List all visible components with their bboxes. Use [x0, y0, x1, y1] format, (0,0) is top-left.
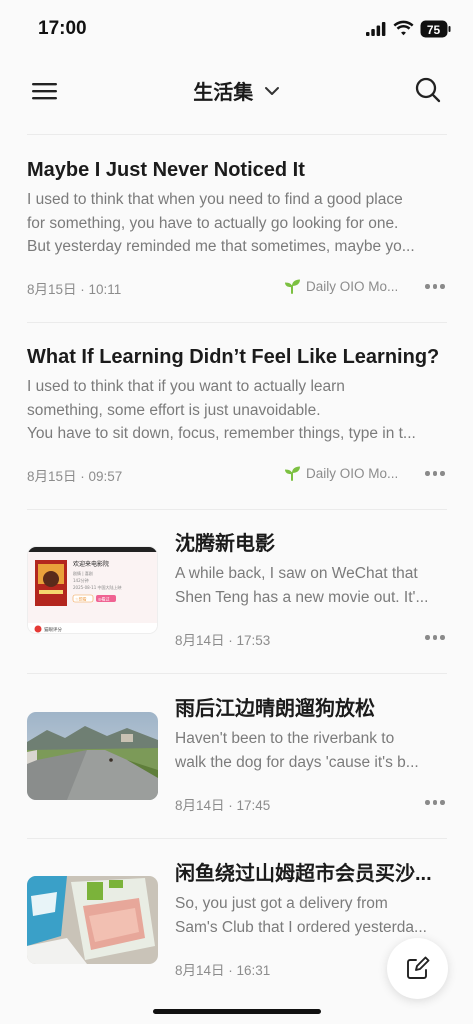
- search-icon[interactable]: [414, 76, 442, 104]
- home-indicator[interactable]: [153, 1009, 321, 1014]
- post-excerpt: So, you just got a delivery from Sam's C…: [175, 892, 447, 939]
- post-date: 8月15日 · 09:57: [27, 469, 123, 484]
- post-title: Maybe I Just Never Noticed It: [27, 159, 305, 181]
- post-excerpt: I used to think that when you need to fi…: [27, 188, 447, 259]
- post-body: 雨后江边晴朗遛狗放松 Haven't been to the riverbank…: [175, 695, 447, 774]
- more-options-icon[interactable]: [425, 465, 445, 481]
- battery-level: 75: [427, 23, 441, 37]
- sprout-icon: [285, 466, 300, 481]
- image-post-card[interactable]: 欢迎来电影院 剧情 | 喜剧 142分钟 2025-08-11 中国大陆上映 ☆…: [27, 530, 447, 655]
- wifi-icon: [393, 20, 414, 36]
- post-meta: 8月14日 · 17:53: [175, 627, 447, 648]
- compose-icon: [407, 956, 430, 979]
- excerpt-line: for something, you have to actually go l…: [27, 214, 399, 232]
- excerpt-line: I used to think that if you want to actu…: [27, 378, 345, 395]
- excerpt-line: Haven't been to the riverbank to: [175, 730, 395, 747]
- post-meta: 8月14日 · 17:45: [175, 792, 447, 813]
- excerpt-line: So, you just got a delivery from: [175, 895, 388, 912]
- nav-title: 生活集: [193, 82, 254, 104]
- post-excerpt: I used to think that if you want to actu…: [27, 375, 447, 446]
- excerpt-line: I used to think that when you need to fi…: [27, 191, 403, 208]
- status-time: 17:00: [38, 18, 87, 39]
- collection-selector[interactable]: 生活集: [0, 76, 473, 105]
- image-post-card[interactable]: 雨后江边晴朗遛狗放松 Haven't been to the riverbank…: [27, 695, 447, 820]
- post-title: What If Learning Didn’t Feel Like Learni…: [27, 346, 440, 368]
- compose-button[interactable]: [387, 938, 448, 999]
- divider: [27, 322, 447, 323]
- thumb-seen-button: ◎看过: [98, 595, 110, 601]
- post-title: 沈腾新电影: [175, 533, 275, 555]
- post-source: Daily OIO Mo...: [283, 465, 398, 481]
- excerpt-line: But yesterday reminded me that sometimes…: [27, 238, 415, 255]
- thumb-rating-label: 猫眼评分: [44, 626, 62, 633]
- source-label: Daily OIO Mo...: [306, 279, 399, 294]
- post-meta: 8月15日 · 09:57 Daily OIO Mo...: [27, 463, 447, 484]
- post-thumbnail: 欢迎来电影院 剧情 | 喜剧 142分钟 2025-08-11 中国大陆上映 ☆…: [27, 546, 158, 634]
- excerpt-line: You have to sit down, focus, remember th…: [27, 425, 416, 442]
- post-card[interactable]: What If Learning Didn’t Feel Like Learni…: [27, 343, 447, 491]
- thumb-release: 2025-08-11 中国大陆上映: [73, 584, 122, 590]
- divider: [27, 838, 447, 839]
- excerpt-line: A while back, I saw on WeChat that: [175, 565, 418, 582]
- movie-screenshot-image: 欢迎来电影院 剧情 | 喜剧 142分钟 2025-08-11 中国大陆上映 ☆…: [28, 547, 157, 633]
- divider: [27, 673, 447, 674]
- source-label: Daily OIO Mo...: [306, 466, 399, 481]
- divider: [27, 509, 447, 510]
- thumb-genre: 剧情 | 喜剧: [73, 570, 93, 576]
- post-body: 闲鱼绕过山姆超市会员买沙... So, you just got a deliv…: [175, 860, 447, 939]
- grocery-package-image: [27, 876, 158, 964]
- excerpt-line: walk the dog for days 'cause it's b...: [175, 753, 419, 771]
- excerpt-line: Sam's Club that I ordered yesterda...: [175, 918, 427, 936]
- post-date: 8月14日 · 16:31: [175, 963, 271, 978]
- post-date: 8月14日 · 17:45: [175, 798, 271, 813]
- excerpt-line: something, some effort is just unavoidab…: [27, 401, 321, 419]
- riverbank-path-image: [27, 712, 158, 800]
- cellular-signal-icon: [366, 22, 386, 36]
- post-title: 雨后江边晴朗遛狗放松: [175, 698, 375, 720]
- excerpt-line: Shen Teng has a new movie out. It'...: [175, 588, 429, 606]
- more-options-icon[interactable]: [425, 629, 445, 645]
- more-options-icon[interactable]: [425, 794, 445, 810]
- post-card[interactable]: Maybe I Just Never Noticed It I used to …: [27, 156, 447, 304]
- post-excerpt: A while back, I saw on WeChat that Shen …: [175, 562, 447, 609]
- more-options-icon[interactable]: [425, 278, 445, 294]
- screen: 17:00 75 生活集 Maybe I Just Never Noticed …: [0, 0, 473, 1024]
- image-post-card[interactable]: 闲鱼绕过山姆超市会员买沙... So, you just got a deliv…: [27, 860, 447, 985]
- chevron-down-icon: [264, 86, 279, 95]
- nav-bar: 生活集: [0, 62, 473, 120]
- post-body: 沈腾新电影 A while back, I saw on WeChat that…: [175, 530, 447, 609]
- battery-icon: 75: [420, 20, 451, 38]
- post-meta: 8月15日 · 10:11 Daily OIO Mo...: [27, 276, 447, 297]
- post-date: 8月14日 · 17:53: [175, 633, 271, 648]
- thumb-want-button: ☆想看: [75, 595, 87, 601]
- thumb-duration: 142分钟: [73, 577, 89, 583]
- post-thumbnail: [27, 876, 158, 964]
- thumb-movie-title: 欢迎来电影院: [73, 560, 109, 568]
- post-thumbnail: [27, 712, 158, 800]
- status-bar: 17:00 75: [0, 0, 473, 60]
- post-excerpt: Haven't been to the riverbank to walk th…: [175, 727, 447, 774]
- post-source: Daily OIO Mo...: [283, 278, 398, 294]
- sprout-icon: [285, 279, 300, 294]
- post-date: 8月15日 · 10:11: [27, 282, 122, 297]
- post-title: 闲鱼绕过山姆超市会员买沙...: [175, 863, 432, 885]
- divider: [27, 134, 447, 135]
